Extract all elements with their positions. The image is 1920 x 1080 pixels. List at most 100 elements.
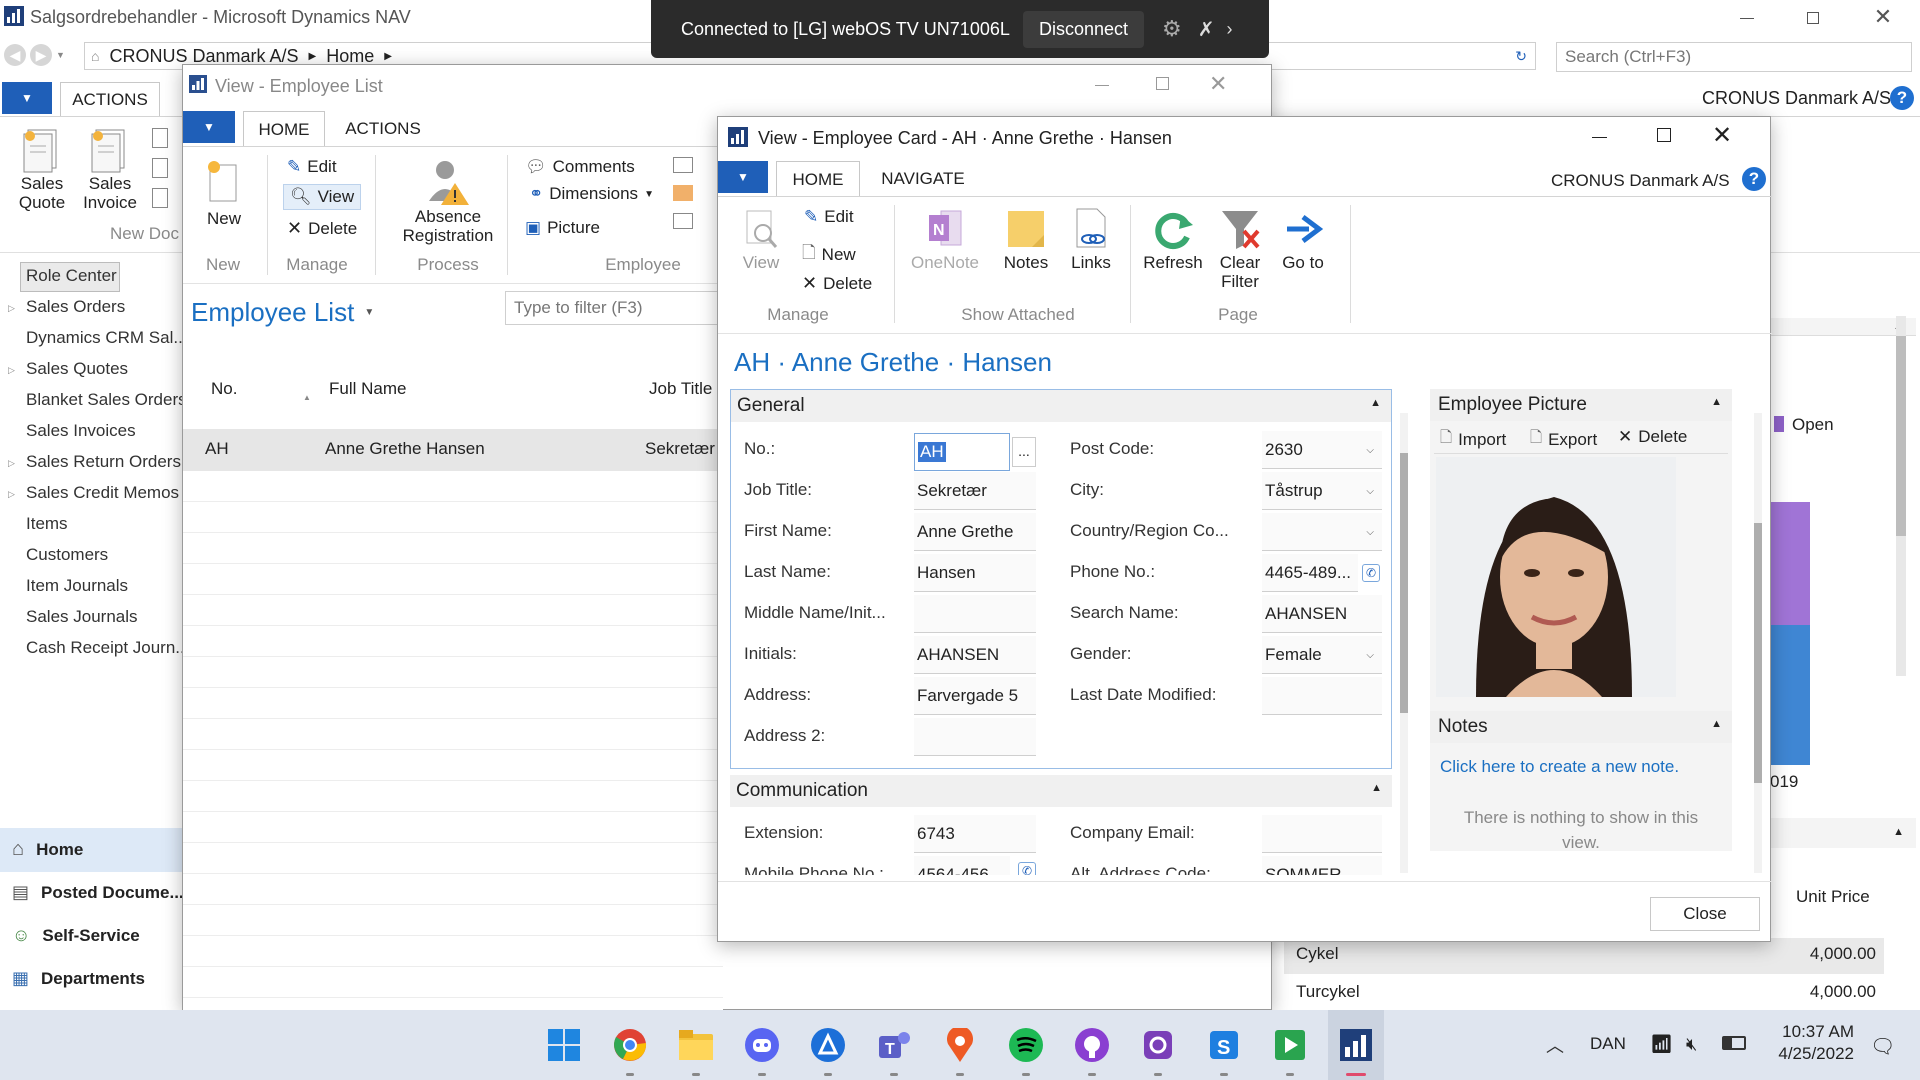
help-icon[interactable]: ?: [1742, 167, 1766, 191]
minimize-button[interactable]: [1580, 121, 1620, 151]
field-first-name[interactable]: Anne Grethe: [914, 513, 1036, 551]
employee-list-heading[interactable]: Employee List ▼: [191, 297, 374, 328]
field-phone[interactable]: 4465-489...: [1262, 554, 1358, 592]
scrollbar[interactable]: [1896, 316, 1906, 676]
chevron-right-icon[interactable]: ›: [1227, 19, 1233, 40]
expand-icon[interactable]: ▷: [8, 489, 15, 500]
dimensions-button[interactable]: ⚭ Dimensions ▼: [529, 184, 654, 204]
picture-button[interactable]: ▣ Picture: [525, 218, 600, 238]
tab-actions[interactable]: ACTIONS: [60, 82, 160, 116]
app-taskbar-button[interactable]: [804, 1010, 852, 1080]
sales-invoice-button[interactable]: Sales Invoice: [80, 126, 140, 212]
tab-home[interactable]: HOME: [243, 111, 325, 147]
help-icon[interactable]: ?: [1890, 86, 1914, 110]
close-window-button[interactable]: ✕: [1868, 4, 1898, 32]
refresh-icon[interactable]: ↻: [1515, 48, 1527, 65]
clock-date[interactable]: 4/25/2022: [1766, 1044, 1854, 1064]
dynamics-nav-taskbar-button[interactable]: [1328, 1010, 1384, 1080]
expand-icon[interactable]: ▷: [8, 458, 15, 469]
view-button[interactable]: 🔍︎ View: [283, 184, 362, 210]
nav-item-return-orders[interactable]: Sales Return Orders: [26, 452, 181, 472]
close-page-button[interactable]: Close: [1650, 897, 1760, 931]
absence-registration-button[interactable]: Absence Registration: [383, 157, 513, 245]
tab-home[interactable]: HOME: [776, 161, 860, 197]
field-city[interactable]: Tåstrup ⌵: [1262, 472, 1382, 510]
tab-actions[interactable]: ACTIONS: [333, 111, 433, 147]
nav-item-customers[interactable]: Customers: [26, 545, 108, 565]
collapse-icon[interactable]: ▲: [1371, 782, 1382, 794]
collapse-icon[interactable]: ▲: [1711, 396, 1722, 408]
back-button[interactable]: ◀: [4, 44, 26, 66]
language-indicator[interactable]: DAN: [1590, 1034, 1626, 1054]
filter-input[interactable]: Type to filter (F3): [505, 291, 721, 325]
expand-icon[interactable]: ▷: [8, 303, 15, 314]
app-taskbar-button[interactable]: S: [1200, 1010, 1248, 1080]
field-company-email[interactable]: [1262, 815, 1382, 853]
restore-button[interactable]: [1798, 4, 1828, 32]
field-initials[interactable]: AHANSEN: [914, 636, 1036, 674]
export-button[interactable]: 🗋︎ Export: [1530, 427, 1597, 452]
bottom-nav-self-service[interactable]: ☺ Self-Service: [12, 925, 140, 946]
field-address[interactable]: Farvergade 5: [914, 677, 1036, 715]
nav-item-credit-memos[interactable]: Sales Credit Memos: [26, 483, 179, 503]
map-app-taskbar-button[interactable]: [936, 1010, 984, 1080]
close-button[interactable]: ✕: [1712, 121, 1732, 150]
bottom-nav-home[interactable]: ⌂ Home: [12, 838, 83, 861]
app-menu-button[interactable]: ▼: [718, 161, 768, 193]
settings-icon[interactable]: ⚙: [1162, 16, 1182, 42]
media-app-taskbar-button[interactable]: [1266, 1010, 1314, 1080]
maximize-button[interactable]: [1143, 69, 1183, 99]
general-header[interactable]: General ▲: [731, 390, 1391, 422]
delete-button[interactable]: ✕ Delete: [802, 273, 872, 294]
notes-factbox-header[interactable]: Notes ▲: [1430, 711, 1732, 743]
teams-taskbar-button[interactable]: T: [870, 1010, 918, 1080]
app-taskbar-button[interactable]: [1134, 1010, 1182, 1080]
onenote-button[interactable]: N OneNote: [904, 207, 986, 272]
field-last-name[interactable]: Hansen: [914, 554, 1036, 592]
field-alt-address[interactable]: SOMMER: [1262, 856, 1382, 875]
field-address-2[interactable]: [914, 718, 1036, 756]
file-explorer-taskbar-button[interactable]: [672, 1010, 720, 1080]
clear-filter-button[interactable]: Clear Filter: [1212, 207, 1268, 291]
communication-header[interactable]: Communication ▲: [730, 775, 1392, 807]
delete-button[interactable]: ✕ Delete: [287, 218, 357, 239]
tab-navigate[interactable]: NAVIGATE: [868, 161, 978, 197]
collapse-icon[interactable]: ▲: [1893, 826, 1904, 838]
nav-item-items[interactable]: Items: [26, 514, 68, 534]
tray-chevron-up-icon[interactable]: ︿: [1546, 1032, 1564, 1058]
nav-item-sales-orders[interactable]: Sales Orders: [26, 297, 125, 317]
goto-button[interactable]: Go to: [1278, 207, 1328, 272]
links-button[interactable]: Links: [1066, 207, 1116, 272]
delete-picture-button[interactable]: ✕ Delete: [1618, 427, 1687, 447]
maximize-button[interactable]: [1644, 121, 1684, 151]
expand-icon[interactable]: ▷: [8, 365, 15, 376]
unpin-icon[interactable]: ✗: [1198, 17, 1215, 42]
refresh-button[interactable]: Refresh: [1138, 207, 1208, 272]
volume-mute-icon[interactable]: 🔇︎: [1686, 1034, 1697, 1055]
field-last-modified[interactable]: [1262, 677, 1382, 715]
field-search-name[interactable]: AHANSEN: [1262, 595, 1382, 633]
bottom-nav-posted[interactable]: ▤ Posted Docume...: [12, 882, 184, 903]
app-menu-button[interactable]: ▼: [183, 111, 235, 143]
history-dropdown-icon[interactable]: ▼: [56, 50, 65, 60]
wifi-icon[interactable]: 📶︎: [1650, 1034, 1673, 1055]
new-button[interactable]: 🗋︎ New: [802, 240, 856, 269]
close-button[interactable]: ✕: [1209, 71, 1227, 97]
sales-quote-button[interactable]: Sales Quote: [14, 126, 70, 212]
create-note-link[interactable]: Click here to create a new note.: [1440, 757, 1679, 777]
collapse-icon[interactable]: ▲: [1711, 718, 1722, 730]
github-taskbar-button[interactable]: [1068, 1010, 1116, 1080]
nav-item-cash-receipt[interactable]: Cash Receipt Journ...: [26, 638, 189, 658]
battery-icon[interactable]: [1722, 1036, 1746, 1050]
disconnect-button[interactable]: Disconnect: [1023, 10, 1145, 48]
nav-item-item-journals[interactable]: Item Journals: [26, 576, 128, 596]
chevron-down-icon[interactable]: ⌵: [1366, 650, 1374, 661]
field-mobile[interactable]: 4564-456: [914, 856, 1010, 875]
spotify-taskbar-button[interactable]: [1002, 1010, 1050, 1080]
start-button[interactable]: [540, 1010, 588, 1080]
field-middle-name[interactable]: [914, 595, 1036, 633]
chevron-down-icon[interactable]: ⌵: [1366, 445, 1374, 456]
nav-item-role-center[interactable]: Role Center: [26, 266, 117, 286]
chrome-taskbar-button[interactable]: [606, 1010, 654, 1080]
edit-button[interactable]: ✎ Edit: [804, 207, 854, 227]
